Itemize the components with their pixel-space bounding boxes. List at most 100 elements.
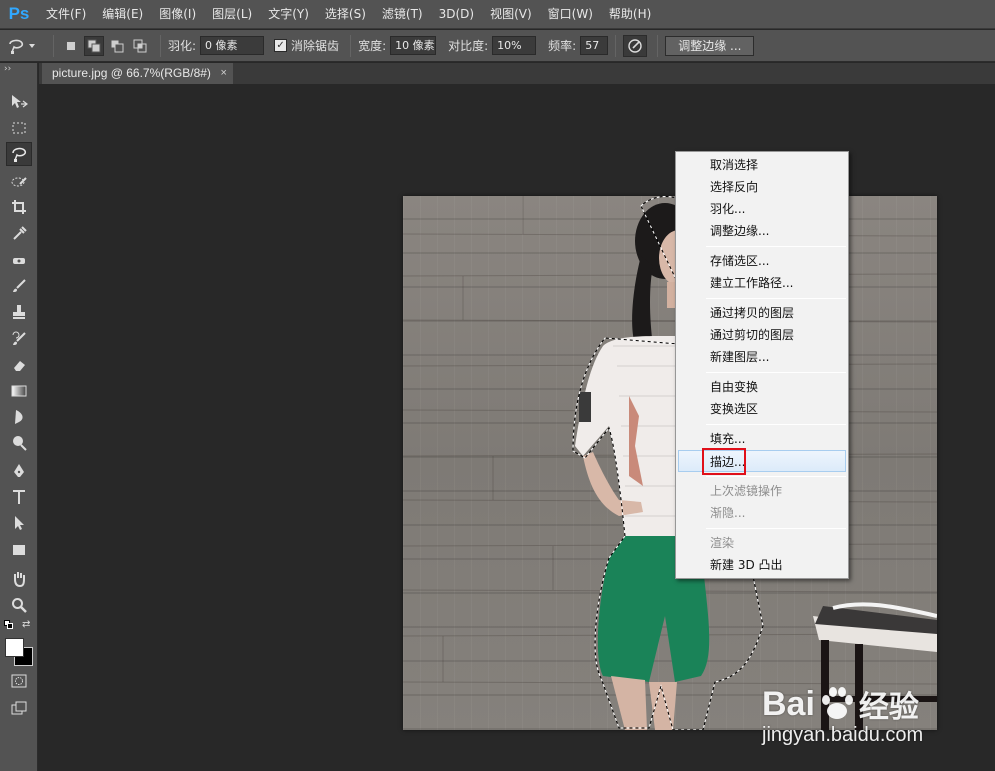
- crop-tool[interactable]: [6, 195, 32, 219]
- gradient-icon: [11, 385, 27, 397]
- clone-stamp-tool[interactable]: [6, 300, 32, 324]
- type-tool[interactable]: [6, 485, 32, 509]
- tablet-pressure-button[interactable]: [623, 34, 648, 57]
- menu-window[interactable]: 窗口(W): [540, 0, 601, 29]
- menu-separator: [706, 424, 846, 425]
- document-canvas[interactable]: [403, 196, 937, 730]
- menu-item-new-3d-extrusion[interactable]: 新建 3D 凸出: [676, 554, 848, 576]
- rectangle-tool[interactable]: [6, 538, 32, 562]
- menu-file[interactable]: 文件(F): [38, 0, 94, 29]
- menu-separator: [706, 298, 846, 299]
- frequency-input[interactable]: 57: [580, 36, 609, 55]
- toolbox: ›› ⇄: [0, 63, 38, 771]
- menu-item-make-work-path[interactable]: 建立工作路径...: [676, 272, 848, 294]
- rectangular-marquee-icon: [12, 122, 26, 134]
- document-tab-strip: picture.jpg @ 66.7%(RGB/8#) ×: [39, 63, 995, 84]
- feather-input[interactable]: 0 像素: [200, 36, 265, 55]
- pen-icon: [14, 464, 24, 477]
- eraser-icon: [14, 361, 25, 371]
- menu-item-new-layer[interactable]: 新建图层...: [676, 346, 848, 368]
- menu-help[interactable]: 帮助(H): [601, 0, 659, 29]
- tool-preset-picker[interactable]: [6, 36, 46, 56]
- menu-3d[interactable]: 3D(D): [431, 0, 482, 29]
- menu-item-select-inverse[interactable]: 选择反向: [676, 176, 848, 198]
- rectangle-icon: [13, 545, 25, 555]
- dodge-icon: [13, 436, 27, 451]
- document-tab[interactable]: picture.jpg @ 66.7%(RGB/8#) ×: [42, 63, 233, 84]
- menu-item-layer-via-copy[interactable]: 通过拷贝的图层: [676, 302, 848, 324]
- menu-item-free-transform[interactable]: 自由变换: [676, 376, 848, 398]
- new-selection-icon: [66, 40, 76, 51]
- divider: [160, 34, 161, 57]
- menu-item-render[interactable]: 渲染: [676, 532, 848, 554]
- crop-icon: [12, 200, 26, 214]
- quick-selection-tool[interactable]: [6, 170, 32, 194]
- menu-bar: Ps 文件(F) 编辑(E) 图像(I) 图层(L) 文字(Y) 选择(S) 滤…: [0, 0, 995, 29]
- menu-item-deselect[interactable]: 取消选择: [676, 154, 848, 176]
- menu-layer[interactable]: 图层(L): [204, 0, 260, 29]
- menu-item-fill[interactable]: 填充...: [676, 428, 848, 450]
- new-selection-button[interactable]: [61, 36, 81, 56]
- subtract-selection-icon: [110, 39, 124, 52]
- menu-type[interactable]: 文字(Y): [260, 0, 317, 29]
- menu-item-refine-edge[interactable]: 调整边缘...: [676, 220, 848, 242]
- eraser-tool[interactable]: [6, 353, 32, 377]
- magnetic-lasso-icon: [9, 39, 24, 54]
- zoom-icon: [12, 598, 27, 613]
- menu-item-fade[interactable]: 渐隐...: [676, 502, 848, 524]
- watermark-brand-suffix: 经验: [858, 690, 919, 725]
- brush-icon: [13, 279, 26, 292]
- path-selection-icon: [15, 516, 24, 530]
- blur-tool[interactable]: [6, 405, 32, 429]
- intersect-selection-icon: [133, 39, 147, 52]
- menu-filter[interactable]: 滤镜(T): [374, 0, 431, 29]
- close-icon[interactable]: ×: [220, 63, 226, 84]
- menu-item-feather[interactable]: 羽化...: [676, 198, 848, 220]
- screen-mode-icon: [11, 701, 27, 715]
- photo-content: [403, 196, 937, 730]
- default-colors-icon[interactable]: [4, 620, 14, 630]
- clone-stamp-icon: [13, 305, 25, 319]
- intersect-selection-button[interactable]: [130, 36, 150, 56]
- menu-edit[interactable]: 编辑(E): [94, 0, 151, 29]
- menu-item-layer-via-cut[interactable]: 通过剪切的图层: [676, 324, 848, 346]
- eyedropper-tool[interactable]: [6, 221, 32, 245]
- collapse-panel-icon[interactable]: ››: [4, 64, 11, 74]
- contrast-input[interactable]: 10%: [492, 36, 537, 55]
- chevron-down-icon: [29, 43, 35, 48]
- refine-edge-button[interactable]: 调整边缘 ...: [665, 35, 755, 56]
- watermark-brand: Bai: [762, 684, 815, 723]
- lasso-tool[interactable]: [6, 142, 32, 166]
- menu-item-transform-selection[interactable]: 变换选区: [676, 398, 848, 420]
- healing-brush-tool[interactable]: [6, 249, 32, 273]
- swap-colors-icon[interactable]: ⇄: [22, 619, 30, 630]
- zoom-tool[interactable]: [6, 593, 32, 617]
- foreground-color-swatch[interactable]: [5, 638, 24, 657]
- menu-separator: [706, 528, 846, 529]
- screen-mode-button[interactable]: [6, 696, 32, 720]
- gradient-tool[interactable]: [6, 379, 32, 403]
- quick-mask-button[interactable]: [6, 669, 32, 693]
- history-brush-tool[interactable]: [6, 327, 32, 351]
- subtract-selection-button[interactable]: [107, 36, 127, 56]
- marquee-tool[interactable]: [6, 116, 32, 140]
- menu-select[interactable]: 选择(S): [317, 0, 374, 29]
- antialias-checkbox[interactable]: ✓: [274, 39, 288, 52]
- magnetic-lasso-icon: [12, 147, 27, 162]
- menu-view[interactable]: 视图(V): [482, 0, 540, 29]
- menu-item-last-filter[interactable]: 上次滤镜操作: [676, 480, 848, 502]
- blur-icon: [15, 410, 23, 424]
- paw-icon: [821, 687, 853, 719]
- pen-tool[interactable]: [6, 459, 32, 483]
- width-input[interactable]: 10 像素: [390, 36, 437, 55]
- move-tool[interactable]: [6, 90, 32, 114]
- path-selection-tool[interactable]: [6, 511, 32, 535]
- tablet-pressure-icon: [628, 38, 642, 53]
- hand-tool[interactable]: [6, 567, 32, 591]
- dodge-tool[interactable]: [6, 431, 32, 455]
- menu-item-save-selection[interactable]: 存储选区...: [676, 250, 848, 272]
- brush-tool[interactable]: [6, 274, 32, 298]
- add-selection-button[interactable]: [84, 35, 104, 56]
- antialias-label: 消除锯齿: [291, 39, 340, 53]
- menu-image[interactable]: 图像(I): [151, 0, 204, 29]
